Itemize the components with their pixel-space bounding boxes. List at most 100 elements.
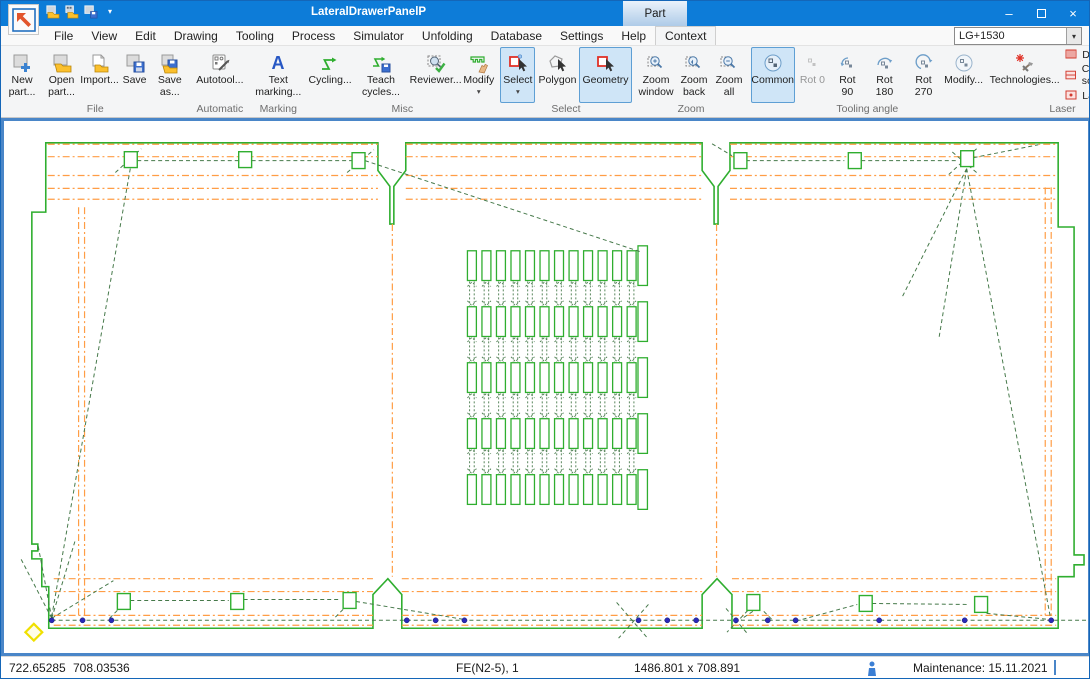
destruct-button[interactable]: Destruct... [1063, 48, 1090, 61]
import-icon [89, 50, 111, 75]
qat-open-icon[interactable] [45, 4, 60, 19]
qat-save-icon[interactable] [83, 4, 98, 19]
menu-edit[interactable]: Edit [126, 26, 165, 45]
group-label-file: File [3, 103, 188, 117]
drawing-canvas[interactable]: .slot{fill:none;stroke:#2fae2f;stroke-wi… [1, 118, 1090, 656]
tool-info: FE(N2-5), 1 [456, 661, 519, 675]
teach-cycles-button[interactable]: Teach cycles... [352, 47, 410, 103]
rot-90-button[interactable]: Rot 90 [830, 47, 865, 103]
zoom-all-button[interactable]: Zoom all [712, 47, 747, 103]
part-dimensions: 1486.801 x 708.891 [634, 661, 740, 675]
technologies-button[interactable]: Technologies... [988, 47, 1061, 103]
window-title: LateralDrawerPanelP [311, 6, 426, 18]
open-part-button[interactable]: Open part... [41, 47, 82, 103]
ribbon-group-misc: Cycling... Teach cycles... Reviewer... M… [306, 46, 498, 117]
bend-lines-vertical [79, 187, 1052, 618]
menu-help[interactable]: Help [612, 26, 655, 45]
menu-database[interactable]: Database [482, 26, 551, 45]
menu-view[interactable]: View [82, 26, 126, 45]
ribbon-group-zoom: Zoom window Zoom back Zoom all Zoom [634, 46, 749, 117]
technologies-icon [1013, 50, 1037, 75]
menu-simulator[interactable]: Simulator [344, 26, 413, 45]
rot-180-icon [873, 50, 895, 75]
laser-button[interactable]: Laser... [1063, 89, 1090, 102]
group-label-automatic: Automatic [192, 103, 249, 117]
slot-pattern[interactable] [467, 246, 647, 510]
import-button[interactable]: Import... [82, 47, 117, 103]
polygon-button[interactable]: Polygon [535, 47, 579, 103]
app-window: ▾ LateralDrawerPanelP Part – × File View… [0, 0, 1090, 679]
common-button[interactable]: Common [751, 47, 795, 103]
modify-tooling-icon [953, 50, 975, 75]
close-icon: × [1069, 6, 1077, 21]
maintenance-icon [866, 661, 878, 676]
autotool-button[interactable]: Autotool... [193, 47, 246, 103]
svg-text:A: A [272, 53, 285, 73]
qat-dropdown-icon[interactable]: ▾ [108, 7, 112, 16]
menu-file[interactable]: File [45, 26, 82, 45]
bend-lines-top [48, 144, 1056, 199]
group-label-misc: Misc [308, 103, 496, 117]
machine-selector[interactable]: LG+1530 ▾ [954, 27, 1082, 45]
modify-misc-button[interactable]: Modify ▾ [461, 47, 496, 103]
menu-drawing[interactable]: Drawing [165, 26, 227, 45]
zoom-back-button[interactable]: Zoom back [677, 47, 712, 103]
maintenance-date: Maintenance: 15.11.2021 [913, 661, 1048, 675]
geometry-button[interactable]: Geometry [579, 47, 631, 103]
group-label-zoom: Zoom [636, 103, 747, 117]
dropdown-caret-icon: ▾ [477, 88, 481, 96]
maximize-button[interactable] [1025, 1, 1057, 26]
group-label-marking: Marking [252, 103, 304, 117]
rot-0-button[interactable]: Rot 0 [795, 47, 830, 103]
chevron-down-icon[interactable]: ▾ [1066, 28, 1081, 44]
cursor-y-value: 708.03536 [73, 661, 130, 675]
cut-scrap-icon [1065, 69, 1077, 82]
cycling-icon [319, 50, 341, 75]
close-button[interactable]: × [1057, 1, 1089, 26]
menu-unfolding[interactable]: Unfolding [413, 26, 482, 45]
geometry-icon [594, 50, 616, 75]
ribbon-group-automatic: Autotool... Automatic [190, 46, 251, 117]
contextual-tab-part[interactable]: Part [623, 1, 687, 26]
origin-marker [25, 624, 42, 641]
zoom-back-icon [683, 50, 705, 75]
save-as-button[interactable]: Save as... [152, 47, 187, 103]
tool-station-squares[interactable] [117, 151, 987, 613]
open-part-icon [51, 50, 73, 75]
group-label-select: Select [500, 103, 631, 117]
text-marking-icon: A [267, 50, 289, 75]
modify-tooling-button[interactable]: Modify... [943, 47, 984, 103]
leader-lines [20, 144, 1086, 639]
menu-tooling[interactable]: Tooling [227, 26, 283, 45]
app-logo[interactable] [8, 4, 39, 35]
cycling-button[interactable]: Cycling... [308, 47, 352, 103]
machine-selector-value: LG+1530 [955, 30, 1066, 42]
tab-context[interactable]: Context [655, 26, 716, 45]
rot-270-button[interactable]: Rot 270 [904, 47, 943, 103]
select-button[interactable]: Select ▾ [500, 47, 535, 103]
qat-open-special-icon[interactable] [64, 4, 79, 19]
zoom-window-icon [645, 50, 667, 75]
rot-180-button[interactable]: Rot 180 [865, 47, 904, 103]
new-part-button[interactable]: New part... [3, 47, 41, 103]
menu-settings[interactable]: Settings [551, 26, 612, 45]
save-button[interactable]: Save [117, 47, 152, 103]
ribbon: New part... Open part... Import... Save … [1, 46, 1089, 118]
select-icon [507, 50, 529, 75]
teach-cycles-icon [370, 50, 392, 75]
group-label-tooling-angle: Tooling angle [751, 103, 985, 117]
polygon-icon [546, 50, 568, 75]
menu-process[interactable]: Process [283, 26, 344, 45]
status-bar: 722.65285 708.03536 FE(N2-5), 1 1486.801… [1, 656, 1089, 679]
save-as-icon [159, 50, 181, 75]
reviewer-button[interactable]: Reviewer... [410, 47, 461, 103]
ribbon-group-laser: Technologies... Destruct... Cut scrap...… [986, 46, 1090, 117]
rot-270-icon [913, 50, 935, 75]
part-outline[interactable] [32, 143, 1084, 628]
text-marking-button[interactable]: A Text marking... [252, 47, 304, 103]
cut-scrap-button[interactable]: Cut scrap... [1063, 63, 1090, 87]
ribbon-group-select: Select ▾ Polygon Geometry Select [498, 46, 633, 117]
minimize-button[interactable]: – [993, 1, 1025, 26]
zoom-window-button[interactable]: Zoom window [636, 47, 677, 103]
common-icon [762, 50, 784, 75]
